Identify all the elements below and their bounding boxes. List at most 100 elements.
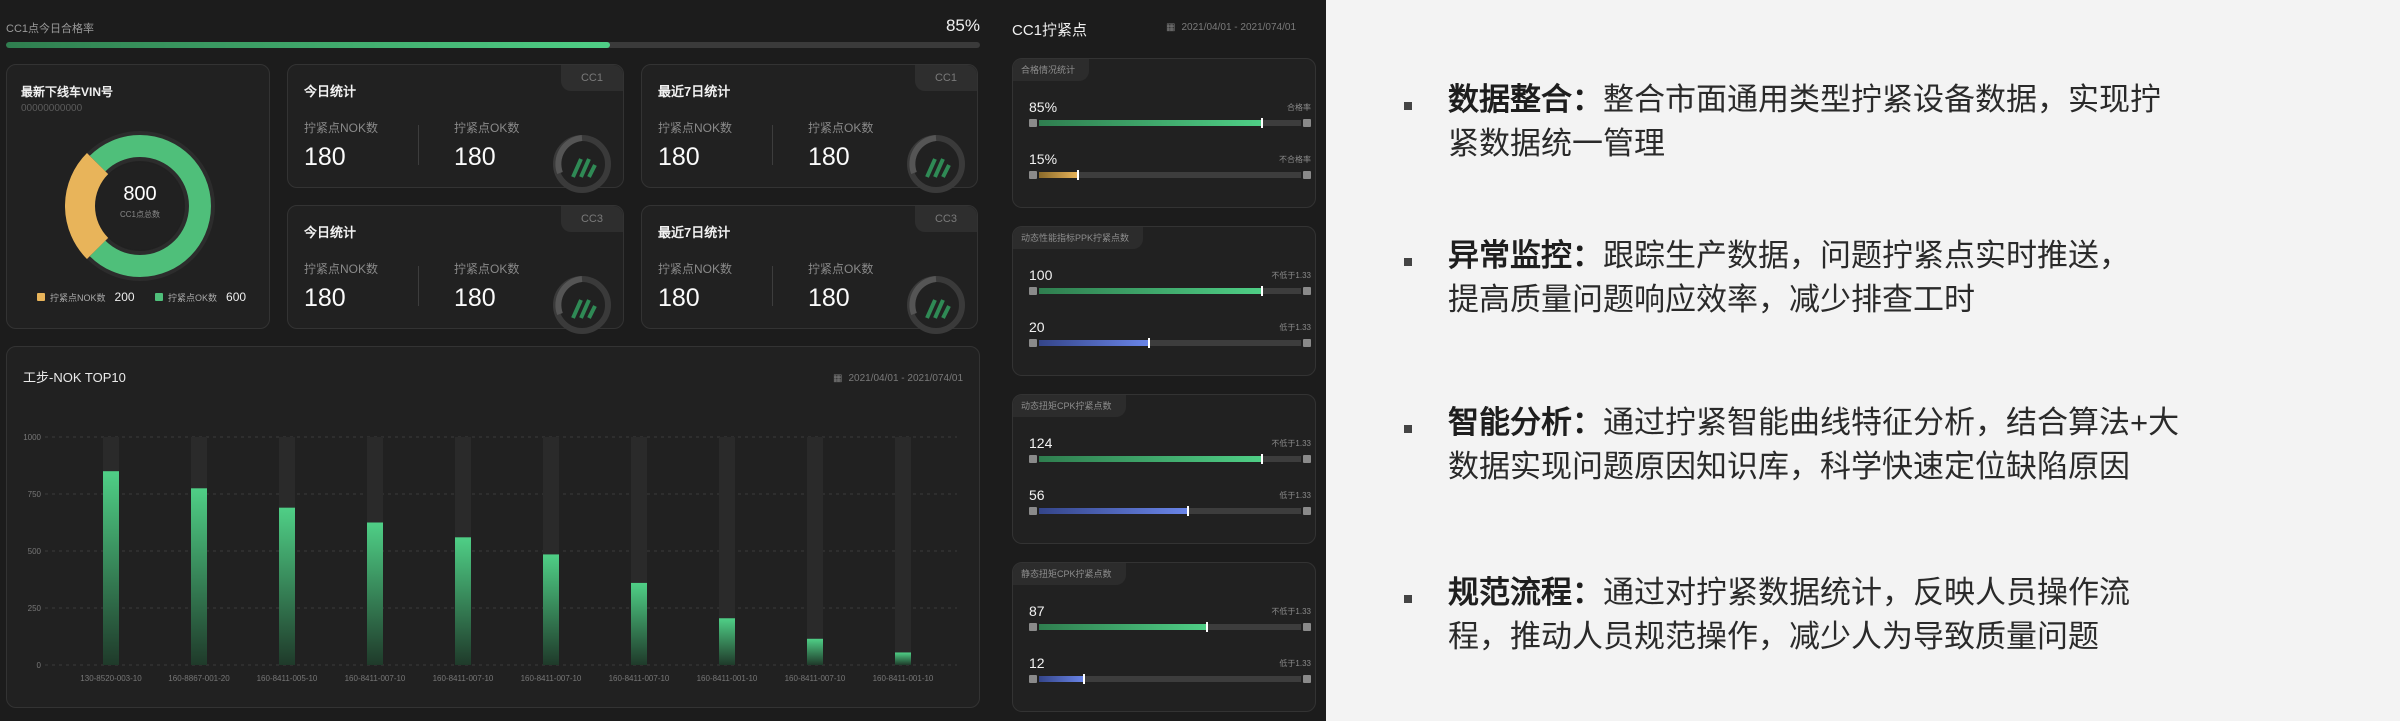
metric-bar: [1029, 169, 1311, 181]
cc1-date-range: 2021/04/01 - 2021/074/01: [1181, 22, 1296, 33]
stat-ok-label: 拧紧点OK数: [454, 121, 520, 135]
metric-value: 100: [1029, 267, 1053, 283]
gauge-icon: [907, 276, 965, 334]
y-tick-label: 0: [37, 661, 42, 670]
legend-nok-swatch: [37, 293, 45, 301]
vin-panel: 最新下线车VIN号 00000000000 800 CC1点总数 拧紧点NOK数…: [6, 64, 270, 329]
pass-rate-track: [6, 42, 980, 48]
x-tick-label: 160-8411-007-10: [433, 674, 494, 683]
donut-nok-segment: [65, 152, 109, 260]
metric-value: 124: [1029, 435, 1053, 451]
metric-note: 不低于1.33: [1271, 271, 1311, 280]
metric-note: 不低于1.33: [1271, 607, 1311, 616]
stat-ok-label: 拧紧点OK数: [808, 262, 874, 276]
metric-note: 低于1.33: [1279, 659, 1311, 668]
stat-divider: [418, 266, 419, 306]
metric-value: 85%: [1029, 99, 1058, 115]
vin-number: 00000000000: [21, 103, 83, 114]
feature-line: 通过拧紧智能曲线特征分析，结合算法+大: [1603, 405, 2180, 440]
stat-nok-value: 180: [304, 284, 346, 312]
metric-card-title: 静态扭矩CPK拧紧点数: [1013, 563, 1126, 585]
metric-bar-fill: [1039, 506, 1190, 516]
x-tick-label: 160-8411-001-10: [697, 674, 758, 683]
x-tick-label: 160-8411-005-10: [257, 674, 318, 683]
legend-ok-swatch: [155, 293, 163, 301]
donut-center-value: 800: [123, 183, 157, 205]
bar: [543, 554, 559, 665]
stat-nok-label: 拧紧点NOK数: [304, 262, 379, 276]
stat-ok-value: 180: [808, 284, 850, 312]
x-tick-label: 130-8520-003-10: [80, 674, 142, 683]
stat-tag: CC3: [561, 206, 623, 232]
pass-rate-value: 85%: [945, 16, 980, 35]
stat-title: 最近7日统计: [658, 84, 731, 99]
stat-nok-value: 180: [304, 143, 346, 171]
metric-bar-fill: [1039, 118, 1263, 128]
feature-line: 程，推动人员规范操作，减少人为导致质量问题: [1448, 619, 2099, 654]
feature-line: 整合市面通用类型拧紧设备数据，实现拧: [1603, 82, 2161, 117]
y-tick-label: 500: [28, 547, 42, 556]
metric-value: 20: [1029, 319, 1045, 335]
metric-bar: [1029, 285, 1311, 297]
x-tick-label: 160-8411-007-10: [521, 674, 582, 683]
feature-line: 跟踪生产数据，问题拧紧点实时推送，: [1603, 238, 2130, 273]
y-tick-label: 750: [28, 490, 42, 499]
legend-nok: 拧紧点NOK数 200: [37, 290, 135, 304]
stat-nok-value: 180: [658, 284, 700, 312]
metric-card: 静态扭矩CPK拧紧点数 87 不低于1.33 12 低于1.33: [1012, 562, 1316, 712]
cc1-title: CC1拧紧点: [1012, 22, 1088, 39]
nok-top10-chart: 0 250 500 750 1000 130-8520-003-10 160-8867-00…: [23, 433, 957, 683]
dashboard-screenshot: CC1点今日合格率 85% 最新下线车VIN号 00000000000 800 …: [0, 0, 1326, 721]
metric-card: 动态性能指标PPK拧紧点数 100 不低于1.33 20 低于1.33: [1012, 226, 1316, 376]
bullet-icon: [1404, 258, 1412, 266]
donut-center-label: CC1点总数: [119, 210, 160, 219]
stat-ok-label: 拧紧点OK数: [454, 262, 520, 276]
metric-card: 动态扭矩CPK拧紧点数 124 不低于1.33 56 低于1.33: [1012, 394, 1316, 544]
feature-text: 异常监控：跟踪生产数据，问题拧紧点实时推送， 提高质量问题响应效率，减少排查工时: [1448, 234, 2228, 322]
stat-divider: [418, 125, 419, 165]
gauge-icon: [553, 276, 611, 334]
stat-tag: CC1: [915, 65, 977, 91]
metric-value: 15%: [1029, 151, 1058, 167]
metric-bar-fill: [1039, 286, 1263, 296]
legend-nok-value: 200: [114, 290, 135, 304]
legend-nok-label: 拧紧点NOK数: [50, 292, 106, 303]
x-tick-label: 160-8411-007-10: [345, 674, 406, 683]
metric-card-title: 动态性能指标PPK拧紧点数: [1013, 227, 1144, 249]
feature-title: 智能分析：: [1448, 405, 1603, 440]
metric-bar: [1029, 505, 1311, 517]
feature-title: 规范流程：: [1448, 575, 1603, 610]
stat-tag: CC3: [915, 206, 977, 232]
legend-ok: 拧紧点OK数 600: [155, 290, 246, 304]
stat-nok-value: 180: [658, 143, 700, 171]
metric-note: 合格率: [1287, 103, 1311, 112]
bar: [279, 507, 295, 665]
metric-bar: [1029, 673, 1311, 685]
metric-card: 合格情况统计 85% 合格率 15% 不合格率: [1012, 58, 1316, 208]
metric-card-title: 动态扭矩CPK拧紧点数: [1013, 395, 1126, 417]
stat-ok-label: 拧紧点OK数: [808, 121, 874, 135]
feature-text: 数据整合：整合市面通用类型拧紧设备数据，实现拧 紧数据统一管理: [1448, 78, 2228, 166]
metric-bar: [1029, 337, 1311, 349]
feature-text: 规范流程：通过对拧紧数据统计，反映人员操作流 程，推动人员规范操作，减少人为导致质…: [1448, 571, 2228, 659]
stat-card-today-cc3: 今日统计 CC3 拧紧点NOK数 180 拧紧点OK数 180: [287, 205, 624, 334]
x-tick-label: 160-8411-007-10: [609, 674, 670, 683]
feature-list: 数据整合：整合市面通用类型拧紧设备数据，实现拧 紧数据统一管理 异常监控：跟踪生产…: [1326, 0, 2400, 721]
feature-text: 智能分析：通过拧紧智能曲线特征分析，结合算法+大 数据实现问题原因知识库，科学快速…: [1448, 401, 2228, 489]
bar: [455, 537, 471, 665]
metric-card-title: 合格情况统计: [1013, 59, 1090, 81]
x-tick-label: 160-8411-001-10: [873, 674, 934, 683]
bar: [191, 488, 207, 665]
stat-card-7day-cc3: 最近7日统计 CC3 拧紧点NOK数 180 拧紧点OK数 180: [641, 205, 978, 334]
stat-ok-value: 180: [454, 284, 496, 312]
stat-nok-label: 拧紧点NOK数: [304, 121, 379, 135]
metric-value: 56: [1029, 487, 1045, 503]
pass-rate-label: CC1点今日合格率: [6, 23, 95, 35]
stat-title: 今日统计: [304, 84, 357, 99]
gauge-icon: [553, 135, 611, 193]
metric-bar: [1029, 453, 1311, 465]
stat-ok-value: 180: [808, 143, 850, 171]
bar-background: [895, 437, 911, 665]
stat-nok-label: 拧紧点NOK数: [658, 262, 733, 276]
vin-title: 最新下线车VIN号: [21, 85, 114, 99]
